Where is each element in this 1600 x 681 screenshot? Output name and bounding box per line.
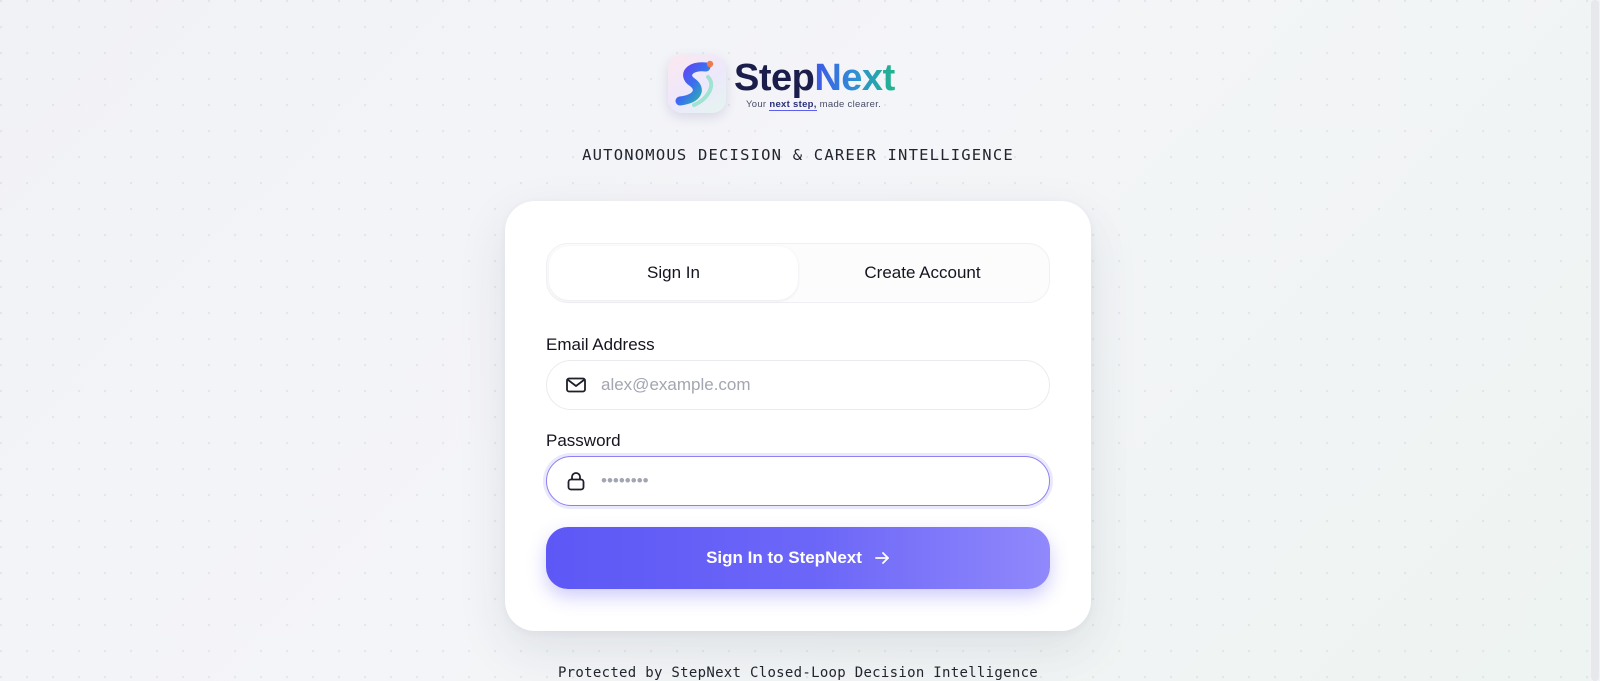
scrollbar-track[interactable] bbox=[1590, 0, 1600, 681]
sign-in-button-label: Sign In to StepNext bbox=[706, 548, 862, 567]
auth-card: Sign In Create Account Email Address Pas… bbox=[505, 201, 1091, 631]
password-field-box[interactable] bbox=[546, 456, 1050, 506]
password-input[interactable] bbox=[601, 457, 1049, 505]
mail-icon bbox=[565, 374, 587, 396]
brand-logo: StepNext Your next step, made clearer. bbox=[668, 52, 928, 116]
email-label: Email Address bbox=[546, 335, 655, 354]
sign-in-button[interactable]: Sign In to StepNext bbox=[546, 527, 1050, 589]
logo-mark-icon bbox=[668, 55, 726, 113]
footer-text: Protected by StepNext Closed-Loop Decisi… bbox=[557, 665, 1039, 681]
email-input[interactable] bbox=[601, 361, 1049, 409]
arrow-right-icon bbox=[874, 550, 890, 566]
auth-tabs: Sign In Create Account bbox=[546, 243, 1050, 303]
tab-sign-in[interactable]: Sign In bbox=[549, 246, 798, 300]
scrollbar-thumb[interactable] bbox=[1591, 0, 1599, 681]
password-label: Password bbox=[546, 431, 621, 450]
brand-name: StepNext bbox=[734, 57, 895, 99]
brand-tagline: Your next step, made clearer. bbox=[746, 99, 882, 111]
email-field-box[interactable] bbox=[546, 360, 1050, 410]
tab-create-account[interactable]: Create Account bbox=[798, 246, 1047, 300]
lock-icon bbox=[565, 470, 587, 492]
page-subtitle: AUTONOMOUS DECISION & CAREER INTELLIGENC… bbox=[582, 146, 1014, 164]
